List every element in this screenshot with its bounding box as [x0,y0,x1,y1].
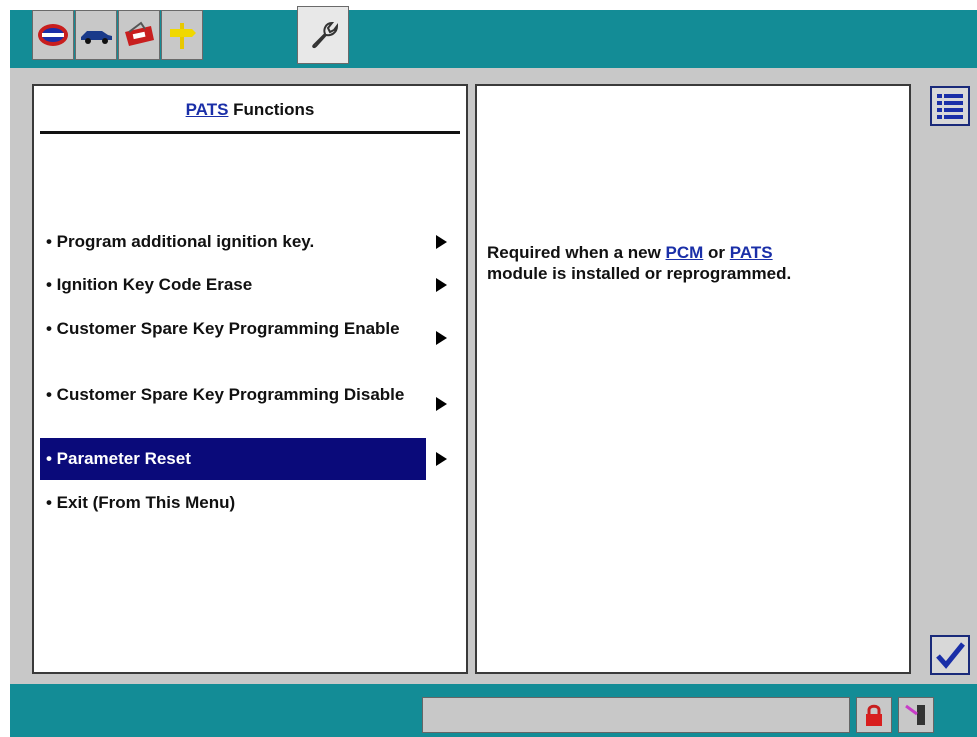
arrow-right-icon[interactable] [436,331,447,345]
checkmark-icon [936,642,965,669]
description-text: Required when a new PCM or PATS module i… [487,242,897,284]
ids-logo-icon [38,24,68,46]
lock-icon [866,704,882,726]
panel-title-text: Functions [228,100,315,119]
tab-vehicle[interactable] [75,10,117,60]
status-field [422,697,850,733]
panel-title: PATS Functions [34,100,466,120]
tab-ids[interactable] [32,10,74,60]
menu-item-exit[interactable]: • Exit (From This Menu) [40,492,426,513]
menu-item-program-key[interactable]: • Program additional ignition key. [40,231,426,252]
app-window: PATS Functions • Program additional igni… [0,0,977,737]
menu-item-label: • Program additional ignition key. [46,232,315,251]
toolbox-icon [125,21,154,46]
pats-link[interactable]: PATS [730,243,773,262]
wrench-icon [312,21,339,49]
desc-text-3: module is installed or reprogrammed. [487,264,792,283]
tab-toolbox[interactable] [118,10,160,60]
menu-item-label: • Exit (From This Menu) [46,493,236,512]
menu-item-label: • Ignition Key Code Erase [46,275,253,294]
arrow-right-icon[interactable] [436,397,447,411]
menu-item-label: • Customer Spare Key Programming Enable [46,319,400,338]
tab-signpost[interactable] [161,10,203,60]
menu-item-spare-key-disable[interactable]: • Customer Spare Key Programming Disable [40,384,410,405]
desc-text-2: or [703,243,730,262]
description-panel: Required when a new PCM or PATS module i… [475,84,911,674]
vehicle-icon [81,31,112,44]
menu-item-parameter-reset[interactable]: • Parameter Reset [40,438,426,480]
pcm-link[interactable]: PCM [666,243,704,262]
pats-link[interactable]: PATS [186,100,229,119]
probe-icon [905,704,925,725]
signpost-icon [170,23,196,49]
arrow-right-icon[interactable] [436,278,447,292]
confirm-button[interactable] [930,635,970,675]
list-button[interactable] [930,86,970,126]
menu-item-label: • Customer Spare Key Programming Disable [46,385,405,404]
arrow-right-icon[interactable] [436,235,447,249]
arrow-right-icon[interactable] [436,452,447,466]
tab-tools[interactable] [297,6,349,64]
list-icon [937,94,963,119]
title-divider [40,131,460,134]
menu-item-key-code-erase[interactable]: • Ignition Key Code Erase [40,274,426,295]
lock-button[interactable] [856,697,892,733]
menu-item-label: • Parameter Reset [46,449,191,468]
menu-item-spare-key-enable[interactable]: • Customer Spare Key Programming Enable [40,318,410,339]
desc-text-1: Required when a new [487,243,666,262]
probe-button[interactable] [898,697,934,733]
functions-panel: PATS Functions • Program additional igni… [32,84,468,674]
